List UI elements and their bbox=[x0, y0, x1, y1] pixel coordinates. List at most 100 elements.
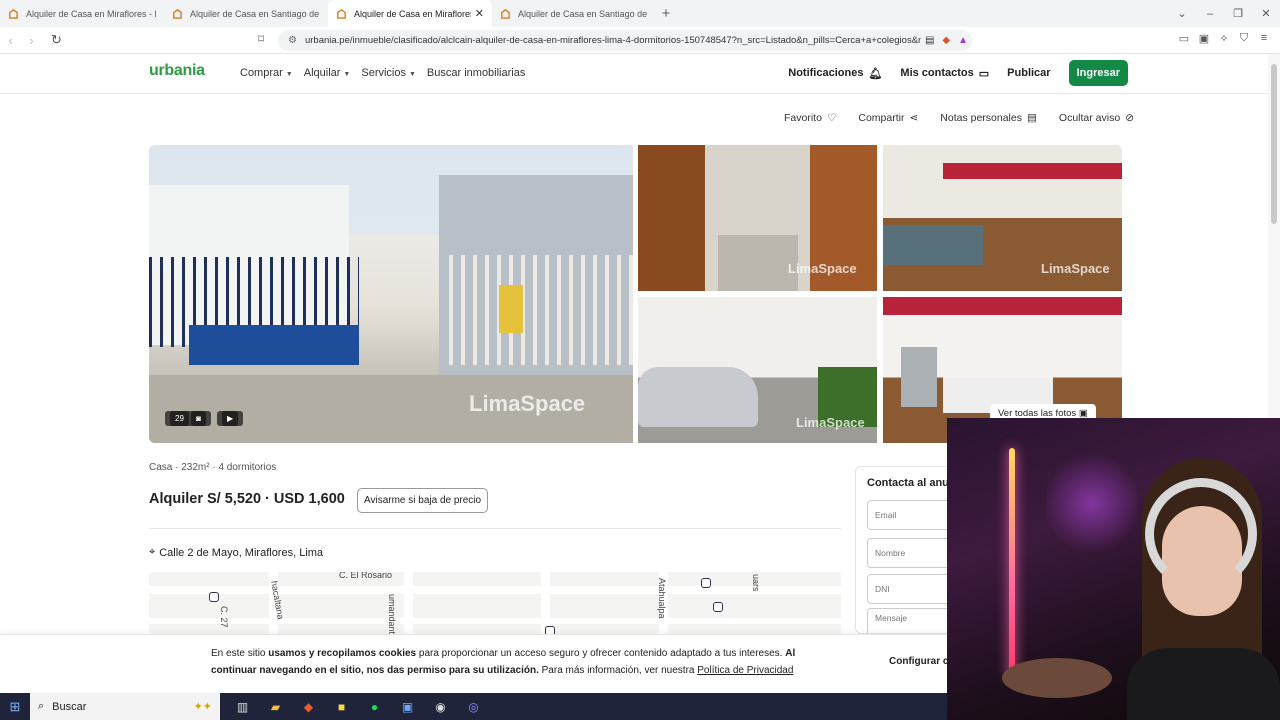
notifications-link[interactable]: Notificaciones 🔔︎ bbox=[788, 67, 882, 80]
contacts-link[interactable]: Mis contactos ▭ bbox=[900, 67, 989, 80]
window-controls: ⌄ – ❐ ✕ bbox=[1168, 0, 1280, 27]
nav-comprar[interactable]: Comprar ▼ bbox=[240, 67, 293, 79]
taskbar-apps: ▥ ▰ ◆ ■ ● ▣ ◉ ◎ bbox=[226, 700, 490, 714]
reader-mode-icon[interactable]: ▤ bbox=[925, 35, 934, 46]
hide-listing-button[interactable]: Ocultar aviso ⊘ bbox=[1059, 112, 1134, 124]
message-field[interactable]: Mensaje bbox=[867, 608, 954, 633]
site-info-icon[interactable]: ⚙ bbox=[288, 35, 297, 46]
browser-tools: ▭ ▣ ✧ ⛉ ≡ bbox=[1174, 32, 1274, 45]
search-highlight-icon: ✦✦ bbox=[193, 701, 212, 713]
map-label: C. El Rosario bbox=[339, 572, 393, 580]
listing-price: Alquiler S/ 5,520 · USD 1,600 bbox=[149, 491, 345, 507]
price-alert-button[interactable]: Avisarme si baja de precio bbox=[357, 488, 489, 513]
thumbnail-photo[interactable]: LimaSpace bbox=[638, 145, 877, 291]
brave-shield-icon[interactable]: ◆ bbox=[942, 35, 950, 46]
location-pin-icon: ⌖ bbox=[149, 546, 156, 558]
discord-icon[interactable]: ◎ bbox=[457, 700, 490, 714]
thumbnail-photo[interactable]: LimaSpace bbox=[883, 145, 1122, 291]
urbania-logo[interactable]: urbania bbox=[149, 62, 205, 80]
address-toolbar: ‹ › ↻ ⌑ ⚙ urbania.pe/inmueble/clasificad… bbox=[0, 27, 1280, 54]
browser-tab-1[interactable]: Alquiler de Casa en Miraflores - Lima bbox=[0, 0, 164, 27]
photo-count-badge[interactable]: 29 ◙ bbox=[165, 411, 211, 426]
watermark: LimaSpace bbox=[796, 415, 865, 430]
tab-list-chevron-icon[interactable]: ⌄ bbox=[1168, 7, 1196, 20]
webcam-overlay bbox=[947, 418, 1280, 720]
browser-tab-2[interactable]: Alquiler de Casa en Santiago de Surco bbox=[164, 0, 328, 27]
new-tab-icon[interactable]: + bbox=[656, 5, 676, 22]
file-explorer-icon[interactable]: ▰ bbox=[259, 700, 292, 714]
photo-gallery: LimaSpace 29 ◙ ▶ LimaSpace LimaSpace Lim… bbox=[149, 145, 1122, 443]
publish-link[interactable]: Publicar bbox=[1007, 67, 1050, 79]
favorite-button[interactable]: Favorito ♡ bbox=[784, 112, 836, 124]
share-button[interactable]: Compartir ⋖ bbox=[858, 112, 918, 124]
back-arrow-icon[interactable]: ‹ bbox=[0, 33, 21, 48]
tab-title: Alquiler de Casa en Miraflores - L bbox=[354, 8, 471, 19]
search-label: Buscar bbox=[52, 700, 87, 713]
video-badge[interactable]: ▶ bbox=[216, 411, 244, 426]
url-field[interactable]: ⚙ urbania.pe/inmueble/clasificado/alclca… bbox=[278, 30, 972, 51]
bus-stop-icon bbox=[209, 592, 219, 602]
thumbnail-photo[interactable]: LimaSpace bbox=[638, 297, 877, 443]
close-window-icon[interactable]: ✕ bbox=[1252, 7, 1280, 20]
privacy-policy-link[interactable]: Política de Privacidad bbox=[697, 665, 793, 676]
chevron-down-icon: ▼ bbox=[343, 71, 351, 78]
contact-title: Contacta al anunciante bbox=[867, 477, 954, 489]
heart-icon: ♡ bbox=[826, 112, 837, 124]
reload-icon[interactable]: ↻ bbox=[46, 32, 67, 48]
sidebar-icon[interactable]: ▭ bbox=[1174, 32, 1194, 45]
listing-actions: Favorito ♡ Compartir ⋖ Notas personales ▤ O… bbox=[784, 112, 1134, 124]
bus-stop-icon bbox=[701, 578, 711, 588]
browser-tab-4[interactable]: Alquiler de Casa en Santiago de Surco bbox=[492, 0, 656, 27]
urbania-favicon-icon bbox=[173, 8, 182, 19]
remote-desktop-icon[interactable]: ▣ bbox=[391, 700, 424, 714]
listing-address: ⌖ Calle 2 de Mayo, Miraflores, Lima bbox=[149, 546, 323, 559]
watermark: LimaSpace bbox=[788, 261, 857, 276]
menu-icon[interactable]: ≡ bbox=[1254, 32, 1274, 45]
site-header: urbania Comprar ▼ Alquilar ▼ Servicios ▼ Bu… bbox=[0, 54, 1268, 94]
main-nav: Comprar ▼ Alquilar ▼ Servicios ▼ Buscar inm… bbox=[240, 67, 525, 79]
divider bbox=[149, 528, 841, 529]
map-label: C. 27 bbox=[219, 606, 229, 628]
close-tab-icon[interactable]: ✕ bbox=[475, 7, 484, 20]
forward-arrow-icon[interactable]: › bbox=[21, 33, 42, 48]
tab-title: Alquiler de Casa en Santiago de Surco bbox=[518, 8, 648, 19]
main-photo[interactable]: LimaSpace 29 ◙ ▶ bbox=[149, 145, 633, 443]
extensions-icon[interactable]: ✧ bbox=[1214, 32, 1234, 45]
bus-stop-icon bbox=[545, 626, 555, 634]
contact-form: Contacta al anunciante Email Nombre DNI … bbox=[855, 466, 955, 634]
email-field[interactable]: Email bbox=[867, 500, 954, 530]
browser-tab-active[interactable]: Alquiler de Casa en Miraflores - L ✕ bbox=[328, 0, 492, 27]
obs-icon[interactable]: ◉ bbox=[424, 700, 457, 714]
bell-icon: 🔔︎ bbox=[868, 67, 883, 80]
sticky-notes-icon[interactable]: ■ bbox=[325, 700, 358, 714]
dni-field[interactable]: DNI bbox=[867, 574, 954, 604]
chevron-down-icon: ▼ bbox=[408, 71, 416, 78]
header-actions: Notificaciones 🔔︎ Mis contactos ▭ Publicar… bbox=[788, 60, 1268, 86]
brave-browser-icon[interactable]: ◆ bbox=[292, 700, 325, 714]
nav-servicios[interactable]: Servicios ▼ bbox=[361, 67, 416, 79]
maximize-icon[interactable]: ❐ bbox=[1224, 7, 1252, 20]
name-field[interactable]: Nombre bbox=[867, 538, 954, 568]
urbania-favicon-icon bbox=[9, 8, 18, 19]
login-button[interactable]: Ingresar bbox=[1068, 60, 1128, 86]
notes-button[interactable]: Notas personales ▤ bbox=[940, 112, 1037, 124]
taskbar-search[interactable]: ⌕ Buscar ✦✦ bbox=[30, 693, 220, 720]
wallet-icon[interactable]: ▣ bbox=[1194, 32, 1214, 45]
nav-buscar-inmobiliarias[interactable]: Buscar inmobiliarias bbox=[427, 67, 525, 79]
task-view-icon[interactable]: ▥ bbox=[226, 700, 259, 714]
nav-alquilar[interactable]: Alquilar ▼ bbox=[304, 67, 351, 79]
minimize-icon[interactable]: – bbox=[1196, 8, 1224, 20]
photo-counter: 29 ◙ ▶ bbox=[165, 411, 244, 426]
bookmark-icon[interactable]: ⌑ bbox=[258, 32, 264, 46]
vpn-icon[interactable]: ⛉ bbox=[1234, 32, 1254, 45]
location-map[interactable]: C. El Rosario umandante E Atahualpa uars… bbox=[149, 572, 841, 634]
brave-rewards-icon[interactable]: ▲ bbox=[958, 35, 968, 46]
bus-stop-icon bbox=[713, 602, 723, 612]
urbania-favicon-icon bbox=[337, 8, 346, 19]
eye-off-icon: ⊘ bbox=[1125, 112, 1134, 124]
scrollbar-thumb[interactable] bbox=[1271, 64, 1277, 224]
watermark: LimaSpace bbox=[469, 391, 586, 416]
spotify-icon[interactable]: ● bbox=[358, 700, 391, 714]
search-icon: ⌕ bbox=[38, 700, 45, 712]
windows-start-icon[interactable]: ⊞ bbox=[0, 699, 30, 715]
